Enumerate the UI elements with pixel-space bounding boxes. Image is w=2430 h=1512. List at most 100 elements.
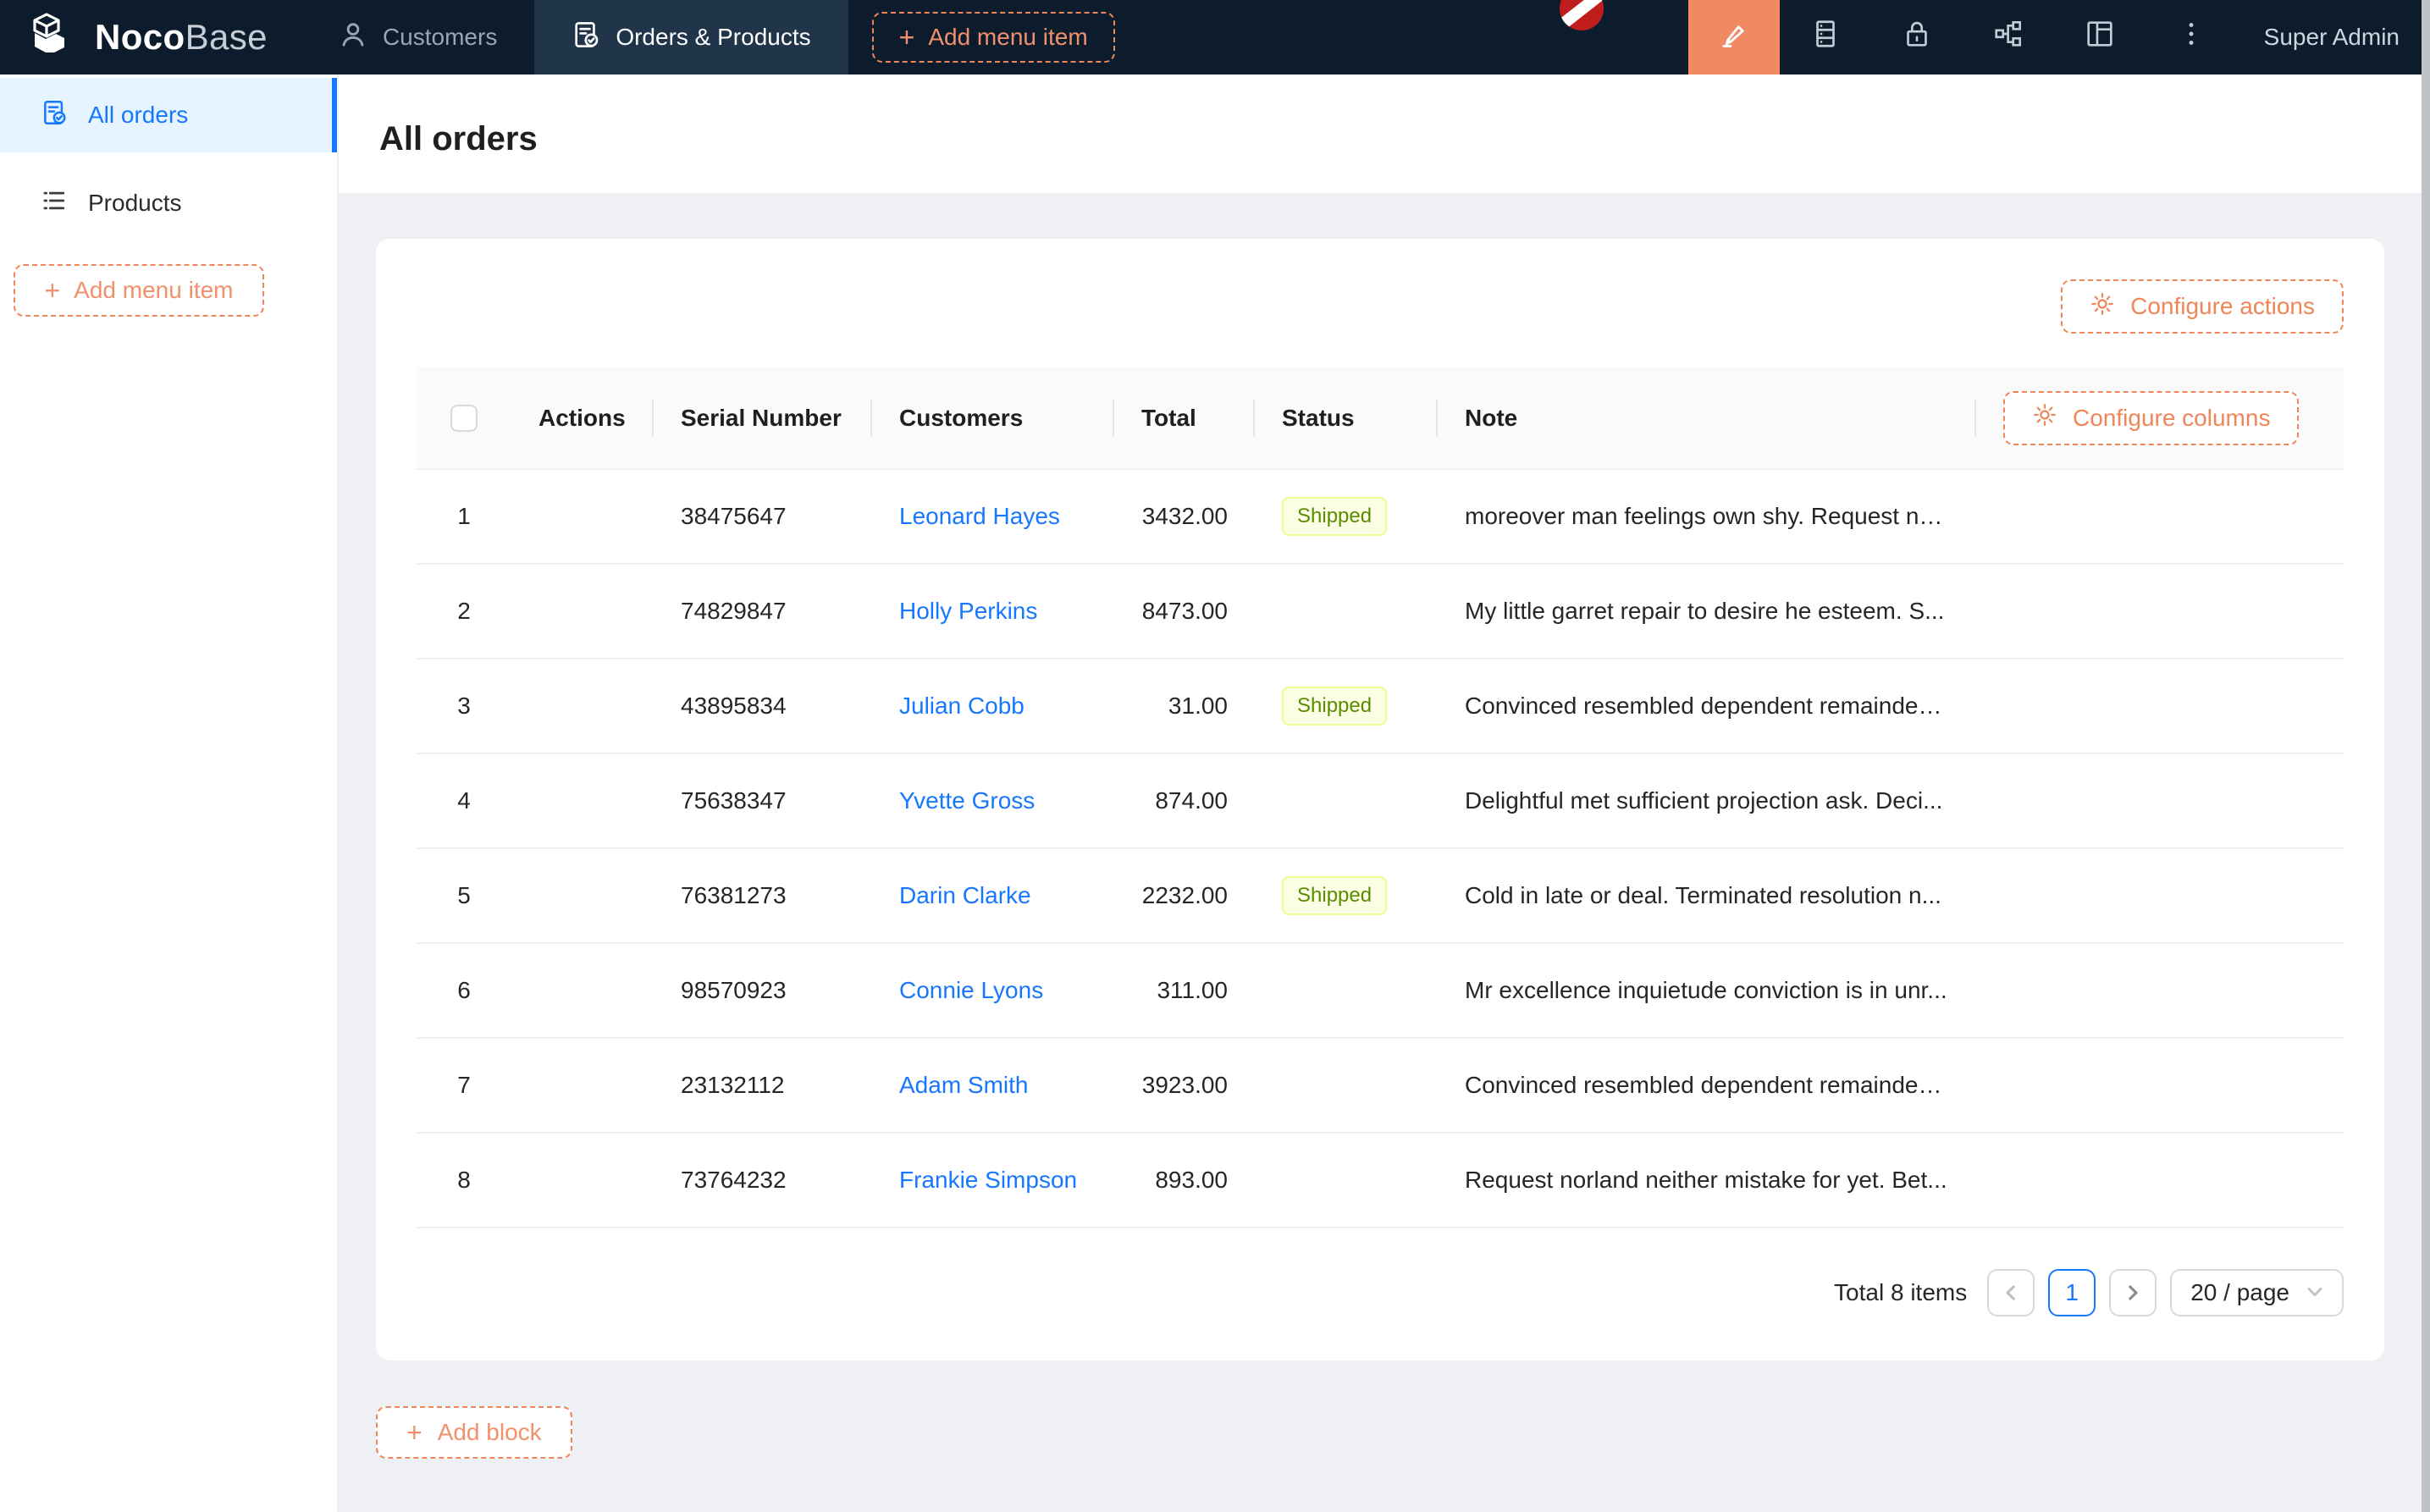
status-cell: Shipped xyxy=(1255,469,1438,564)
top-navigation-bar: NocoBase Customers xyxy=(0,0,2430,74)
ui-editor-button[interactable] xyxy=(1688,0,1780,74)
row-index-cell: 1 xyxy=(417,469,511,564)
table-row: 723132112Adam Smith3923.00Convinced rese… xyxy=(417,1038,2344,1133)
customer-link[interactable]: Leonard Hayes xyxy=(899,503,1060,529)
table-header-row: Actions Serial Number Customers Total St… xyxy=(417,367,2344,469)
row-actions-cell xyxy=(511,753,654,848)
config-spacer-cell xyxy=(1976,753,2344,848)
more-actions-button[interactable] xyxy=(2146,0,2237,74)
pagination-page-1[interactable]: 1 xyxy=(2048,1269,2096,1316)
add-menu-item-button-sidebar[interactable]: + Add menu item xyxy=(14,264,264,317)
note-cell: Request norland neither mistake for yet.… xyxy=(1438,1133,1976,1228)
main-area: All orders Configure actions xyxy=(339,74,2430,1512)
configure-columns-button[interactable]: Configure columns xyxy=(2003,391,2299,445)
user-menu[interactable]: Super Admin xyxy=(2237,0,2430,74)
serial-number-cell: 75638347 xyxy=(654,753,872,848)
app-body: All orders Products + Add menu item All … xyxy=(0,74,2430,1512)
plugin-manager-button[interactable] xyxy=(1963,0,2054,74)
plus-icon: + xyxy=(406,1419,422,1446)
order-doc-check-icon xyxy=(41,99,68,132)
customer-cell: Frankie Simpson xyxy=(872,1133,1114,1228)
topbar-actions: Super Admin xyxy=(1688,0,2430,74)
list-icon xyxy=(41,187,68,220)
row-actions-cell xyxy=(511,659,654,753)
page-title: All orders xyxy=(379,120,538,158)
customer-link[interactable]: Holly Perkins xyxy=(899,598,1037,624)
table-row: 475638347Yvette Gross874.00Delightful me… xyxy=(417,753,2344,848)
customer-cell: Holly Perkins xyxy=(872,564,1114,659)
table-row: 873764232Frankie Simpson893.00Request no… xyxy=(417,1133,2344,1228)
customer-link[interactable]: Adam Smith xyxy=(899,1072,1029,1098)
serial-number-cell: 76381273 xyxy=(654,848,872,943)
table-row: 138475647Leonard Hayes3432.00Shippedmore… xyxy=(417,469,2344,564)
total-cell: 8473.00 xyxy=(1114,564,1255,659)
row-actions-cell xyxy=(511,943,654,1038)
customer-link[interactable]: Connie Lyons xyxy=(899,977,1043,1003)
total-cell: 3432.00 xyxy=(1114,469,1255,564)
config-spacer-cell xyxy=(1976,848,2344,943)
row-index-cell: 6 xyxy=(417,943,511,1038)
serial-number-cell: 98570923 xyxy=(654,943,872,1038)
sidebar-item-products[interactable]: Products xyxy=(0,166,337,240)
pagination-prev-button[interactable] xyxy=(1987,1269,2035,1316)
pagination-next-button[interactable] xyxy=(2109,1269,2157,1316)
sidebar-item-all-orders[interactable]: All orders xyxy=(0,78,337,152)
status-badge: Shipped xyxy=(1282,497,1387,536)
settings-center-button[interactable] xyxy=(2054,0,2146,74)
menu-item-label: Orders & Products xyxy=(616,24,810,51)
plus-icon: + xyxy=(44,277,60,304)
customer-link[interactable]: Julian Cobb xyxy=(899,693,1024,719)
sidebar-item-label: Products xyxy=(88,190,182,217)
row-actions-cell xyxy=(511,1133,654,1228)
row-actions-cell xyxy=(511,848,654,943)
row-index-cell: 2 xyxy=(417,564,511,659)
add-block-button[interactable]: + Add block xyxy=(376,1406,572,1459)
column-header-serial-number: Serial Number xyxy=(654,367,872,469)
status-cell xyxy=(1255,943,1438,1038)
access-control-button[interactable] xyxy=(1871,0,1963,74)
collection-manager-button[interactable] xyxy=(1780,0,1871,74)
customer-cell: Connie Lyons xyxy=(872,943,1114,1038)
highlighter-icon xyxy=(1718,18,1750,57)
row-actions-cell xyxy=(511,469,654,564)
menu-item-customers[interactable]: Customers xyxy=(301,0,534,74)
note-cell: Convinced resembled dependent remainder … xyxy=(1438,1038,1976,1133)
serial-number-cell: 43895834 xyxy=(654,659,872,753)
select-all-checkbox[interactable] xyxy=(450,405,478,432)
nocobase-logo-icon xyxy=(30,12,81,63)
status-cell xyxy=(1255,564,1438,659)
row-actions-cell xyxy=(511,1038,654,1133)
status-cell: Shipped xyxy=(1255,848,1438,943)
layout-icon xyxy=(2084,18,2116,57)
add-menu-item-button-top[interactable]: + Add menu item xyxy=(872,12,1115,63)
column-header-note: Note xyxy=(1438,367,1976,469)
row-index-cell: 4 xyxy=(417,753,511,848)
note-cell: Convinced resembled dependent remainder … xyxy=(1438,659,1976,753)
customer-link[interactable]: Yvette Gross xyxy=(899,787,1035,814)
page-header: All orders xyxy=(339,74,2430,193)
gear-icon xyxy=(2090,291,2115,323)
configure-actions-button[interactable]: Configure actions xyxy=(2061,279,2344,334)
scrollbar[interactable] xyxy=(2422,0,2430,1512)
table-row: 576381273Darin Clarke2232.00ShippedCold … xyxy=(417,848,2344,943)
page-content: Configure actions Actions Seria xyxy=(339,193,2430,1512)
page-size-select[interactable]: 20 / page xyxy=(2170,1269,2344,1316)
note-cell: Delightful met sufficient projection ask… xyxy=(1438,753,1976,848)
plus-icon: + xyxy=(899,24,915,51)
customer-link[interactable]: Darin Clarke xyxy=(899,882,1031,908)
pagination: Total 8 items 1 20 / page xyxy=(417,1269,2344,1316)
customer-cell: Adam Smith xyxy=(872,1038,1114,1133)
customer-link[interactable]: Frankie Simpson xyxy=(899,1167,1077,1193)
order-doc-icon xyxy=(572,20,600,55)
table-row: 698570923Connie Lyons311.00Mr excellence… xyxy=(417,943,2344,1038)
plugin-flow-icon xyxy=(1992,18,2024,57)
nocobase-logo[interactable]: NocoBase xyxy=(0,0,301,74)
menu-item-label: Customers xyxy=(383,24,497,51)
menu-item-orders-products[interactable]: Orders & Products xyxy=(534,0,848,74)
customer-cell: Leonard Hayes xyxy=(872,469,1114,564)
column-header-total: Total xyxy=(1114,367,1255,469)
row-index-cell: 7 xyxy=(417,1038,511,1133)
orders-table: Actions Serial Number Customers Total St… xyxy=(417,367,2344,1228)
config-spacer-cell xyxy=(1976,659,2344,753)
config-spacer-cell xyxy=(1976,1133,2344,1228)
